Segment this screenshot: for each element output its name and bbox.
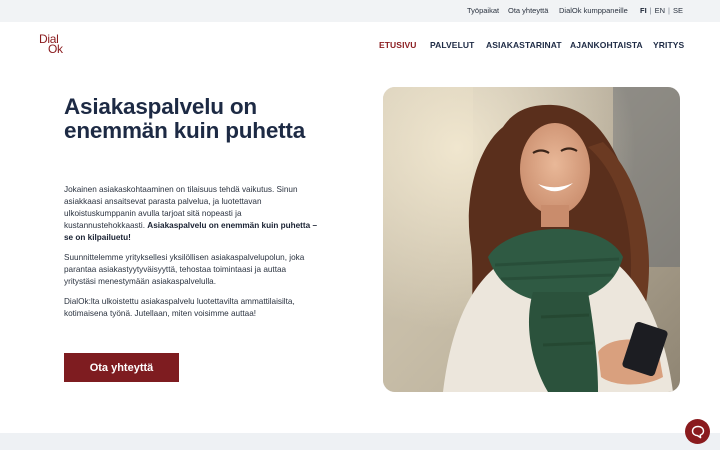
hero-paragraph-2: Suunnittelemme yrityksellesi yksilöllise… <box>64 253 305 286</box>
nav-yritys[interactable]: YRITYS <box>653 40 684 50</box>
top-utility-bar: Työpaikat Ota yhteyttä DialOk kumppaneil… <box>0 0 720 22</box>
language-switcher: FI | EN | SE <box>640 6 684 15</box>
next-section-band <box>0 433 720 450</box>
chat-button[interactable] <box>685 419 710 444</box>
hero-title: Asiakaspalvelu on enemmän kuin puhetta <box>64 94 306 143</box>
topbar-link-kumppaneille[interactable]: DialOk kumppaneille <box>559 6 628 15</box>
lang-fi[interactable]: FI <box>640 6 647 15</box>
dialok-logo[interactable]: Dial Ok <box>38 32 72 58</box>
hero-photo-illustration <box>383 87 680 392</box>
topbar-link-ota-yhteytta[interactable]: Ota yhteyttä <box>508 6 548 15</box>
hero-photo <box>383 87 680 392</box>
nav-etusivu[interactable]: ETUSIVU <box>379 40 417 50</box>
logo-text-ok: Ok <box>48 42 63 56</box>
nav-asiakastarinat[interactable]: ASIAKASTARINAT <box>486 40 562 50</box>
contact-cta-button[interactable]: Ota yhteyttä <box>64 353 179 382</box>
lang-en[interactable]: EN <box>655 6 665 15</box>
chat-bubble-icon <box>691 425 704 438</box>
hero-paragraph-3: DialOk:lta ulkoistettu asiakaspalvelu lu… <box>64 297 295 318</box>
nav-ajankohtaista[interactable]: AJANKOHTAISTA <box>570 40 643 50</box>
topbar-link-tyopaikat[interactable]: Työpaikat <box>467 6 499 15</box>
nav-palvelut[interactable]: PALVELUT <box>430 40 474 50</box>
lang-se[interactable]: SE <box>673 6 683 15</box>
hero-paragraph-1: Jokainen asiakaskohtaaminen on tilaisuus… <box>64 184 319 244</box>
